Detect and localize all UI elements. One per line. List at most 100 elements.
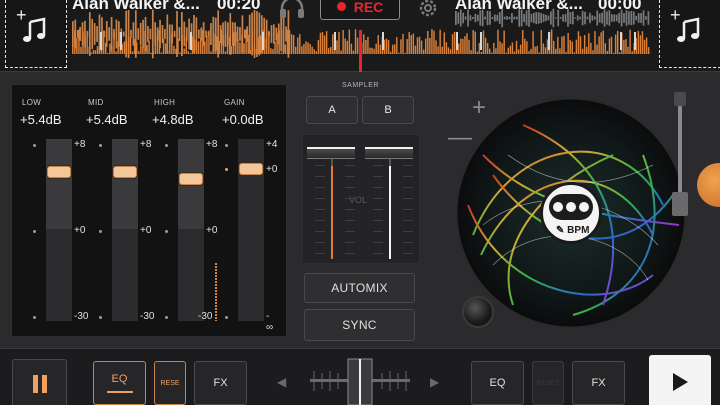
- waveform-bar: [547, 15, 550, 21]
- waveform-bar: [606, 11, 608, 25]
- sampler-b-button[interactable]: B: [362, 96, 414, 124]
- waveform-bar: [647, 11, 650, 25]
- waveform-bar: [530, 13, 533, 23]
- top-bar: + Alan Walker &... 00:20 REC Alan Walker…: [0, 0, 720, 72]
- waveform-bar: [493, 42, 495, 54]
- pause-icon: [31, 375, 49, 393]
- cue-marker: [382, 32, 384, 50]
- waveform-bar: [540, 12, 543, 24]
- automix-button[interactable]: AUTOMIX: [304, 273, 415, 303]
- gear-icon[interactable]: [416, 0, 440, 20]
- waveform-bar: [177, 38, 179, 54]
- eq-slider-track[interactable]: [178, 139, 204, 321]
- deck-b-load-track-button[interactable]: +: [659, 0, 720, 68]
- eq-band-label: LOW: [22, 98, 42, 107]
- waveform-bar: [544, 47, 547, 54]
- waveform-bar: [616, 30, 619, 54]
- volume-tick: [403, 220, 413, 221]
- deck-a-load-track-button[interactable]: +: [5, 0, 67, 68]
- eq-scale-dot: [99, 144, 102, 147]
- waveform-bar: [592, 50, 594, 54]
- deck-b-cue-button[interactable]: [697, 163, 720, 207]
- waveform-bar: [476, 51, 479, 54]
- eq-slider-knob[interactable]: [47, 166, 71, 178]
- waveform-bar: [491, 52, 493, 54]
- waveform-bar: [251, 30, 254, 54]
- waveform-bar: [464, 16, 467, 20]
- waveform-bar: [309, 43, 311, 54]
- volume-tick: [373, 242, 383, 243]
- waveform-bar: [199, 37, 202, 54]
- waveform-bar: [472, 17, 474, 19]
- deck-b-play-button[interactable]: [649, 355, 711, 405]
- waveform-bar: [574, 17, 577, 19]
- waveform-bar: [586, 46, 588, 54]
- waveform-bar: [528, 51, 530, 54]
- tonearm: [672, 92, 688, 216]
- deck-a-reset-button[interactable]: RESE: [154, 361, 186, 405]
- waveform-bar: [280, 52, 282, 54]
- waveform-bar: [563, 35, 565, 54]
- waveform-bar: [569, 12, 572, 24]
- waveform-bar: [635, 15, 638, 21]
- waveform-bar: [506, 16, 508, 20]
- waveform-bar: [315, 51, 318, 54]
- waveform-bar: [647, 47, 650, 54]
- deck-a-eq-button[interactable]: EQ: [93, 361, 146, 405]
- crossfader[interactable]: [300, 355, 420, 405]
- deck-a-pause-button[interactable]: [12, 359, 67, 405]
- deck-a-fx-button[interactable]: FX: [194, 361, 247, 405]
- deck-a-volume-track[interactable]: [331, 153, 333, 259]
- waveform-bar: [253, 46, 256, 54]
- waveform-bar: [102, 30, 105, 54]
- bpm-label-button[interactable]: ✎ BPM: [540, 182, 602, 244]
- deck-b-volume-track[interactable]: [389, 153, 391, 259]
- waveform-bar: [462, 12, 465, 24]
- pitch-knob[interactable]: [462, 296, 494, 328]
- record-button[interactable]: REC: [320, 0, 400, 20]
- sampler-a-button[interactable]: A: [306, 96, 358, 124]
- eq-slider-knob[interactable]: [113, 166, 137, 178]
- waveform-bar: [144, 30, 146, 54]
- waveform-bar: [496, 14, 499, 22]
- waveform-bar: [468, 39, 470, 54]
- waveform-bar: [150, 52, 152, 54]
- waveform-bar: [379, 44, 382, 54]
- waveform-bar: [503, 30, 505, 54]
- eq-slider-knob[interactable]: [239, 163, 263, 175]
- crossfader-right-arrow-icon[interactable]: ▶: [430, 375, 439, 389]
- waveform-bar: [394, 44, 396, 54]
- waveform-bar: [169, 30, 171, 54]
- waveform-bar: [344, 38, 346, 54]
- waveform-bar: [135, 42, 138, 54]
- deck-b-eq-button[interactable]: EQ: [471, 361, 524, 405]
- deck-b-fx-button[interactable]: FX: [572, 361, 625, 405]
- deck-b-reset-button[interactable]: RESET: [532, 361, 564, 405]
- waveform-bar: [404, 52, 406, 54]
- waveform-bar: [398, 52, 400, 54]
- deck-a-volume-fader[interactable]: [307, 147, 355, 159]
- volume-tick: [315, 253, 325, 254]
- waveform-bar: [72, 44, 74, 54]
- sync-button[interactable]: SYNC: [304, 309, 415, 341]
- waveform-bar: [263, 38, 266, 54]
- crossfader-left-arrow-icon[interactable]: ◀: [277, 375, 286, 389]
- eq-mark: - ∞: [266, 311, 274, 333]
- waveform-bar: [481, 9, 484, 27]
- deck-b-volume-fader[interactable]: [365, 147, 413, 159]
- eq-slider-knob[interactable]: [179, 173, 203, 185]
- waveform-bar: [243, 43, 245, 54]
- waveform-bar: [218, 40, 221, 54]
- waveform-bar: [598, 36, 600, 54]
- waveform-bar: [575, 39, 578, 54]
- waveform-bar: [572, 11, 574, 25]
- waveform-bar: [282, 30, 285, 54]
- waveform-bar: [214, 33, 216, 54]
- volume-tick: [373, 253, 383, 254]
- waveform-bar: [327, 48, 330, 54]
- waveform-bar: [239, 42, 241, 54]
- volume-tick: [403, 231, 413, 232]
- headphones-icon[interactable]: [278, 0, 306, 20]
- volume-tick: [373, 165, 383, 166]
- waveform-bar: [387, 40, 390, 54]
